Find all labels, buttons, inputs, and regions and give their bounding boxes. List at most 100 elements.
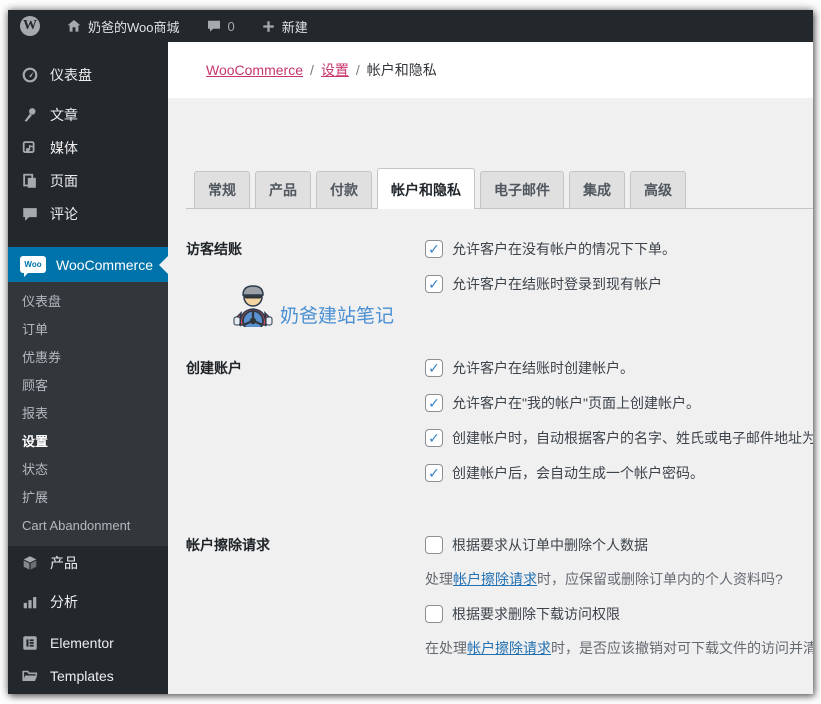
submenu-item-extensions[interactable]: 扩展	[8, 484, 168, 512]
checkmark-icon: ✓	[428, 240, 440, 257]
checkbox-row: ✓ 允许客户在结账时创建帐户。	[425, 358, 813, 378]
checkmark-icon: ✓	[428, 275, 440, 292]
breadcrumb-link-woocommerce[interactable]: WooCommerce	[206, 62, 303, 78]
tab-integration[interactable]: 集成	[569, 171, 625, 208]
description-text: 时，应保留或删除订单内的个人资料吗?	[537, 571, 783, 587]
sidebar-item-dashboard[interactable]: 仪表盘	[8, 58, 168, 91]
tab-general[interactable]: 常规	[194, 171, 250, 208]
submenu-item-coupons[interactable]: 优惠券	[8, 344, 168, 372]
sidebar-item-label: 评论	[50, 205, 78, 222]
description-text: 在处理	[425, 640, 467, 656]
breadcrumb-current: 帐户和隐私	[366, 62, 437, 78]
tab-advanced[interactable]: 高级	[630, 171, 686, 208]
checkbox-row: ✓ 创建帐户后，会自动生成一个帐户密码。	[425, 463, 813, 483]
sidebar-item-elementor[interactable]: Elementor	[8, 626, 168, 659]
checkbox-revoke-download-access[interactable]	[425, 605, 443, 623]
bar-chart-icon	[20, 592, 40, 612]
sidebar-item-label: 仪表盘	[50, 66, 92, 83]
checkbox-row: ✓ 允许客户在"我的帐户"页面上创建帐户。	[425, 393, 813, 413]
sidebar-item-media[interactable]: 媒体	[8, 131, 168, 164]
checkbox-label: 允许客户在没有帐户的情况下下单。	[452, 241, 676, 257]
checkbox-row: ✓ 允许客户在没有帐户的情况下下单。	[425, 239, 813, 259]
sidebar-item-posts[interactable]: 文章	[8, 98, 168, 131]
sidebar-item-products[interactable]: 产品	[8, 546, 168, 579]
section-account-creation: 创建账户 ✓ 允许客户在结账时创建帐户。 ✓ 允许客户在"我的帐户"页面上创建帐…	[168, 358, 813, 498]
checkbox-guest-orders[interactable]: ✓	[425, 240, 443, 258]
wc-admin-header: WooCommerce / 设置 / 帐户和隐私	[168, 42, 813, 98]
woo-bubble-icon: Woo	[20, 256, 46, 277]
tab-accounts-privacy[interactable]: 帐户和隐私	[377, 168, 475, 209]
wordpress-logo-menu[interactable]: W	[20, 16, 40, 36]
submenu-item-cart-abandonment[interactable]: Cart Abandonment	[8, 512, 168, 540]
tab-payments[interactable]: 付款	[316, 171, 372, 208]
checkbox-row: ✓ 创建帐户时，自动根据客户的名字、姓氏或电子邮件地址为	[425, 428, 813, 448]
breadcrumb-link-settings[interactable]: 设置	[321, 60, 349, 80]
checkbox-login-at-checkout[interactable]: ✓	[425, 275, 443, 293]
checkbox-auto-username[interactable]: ✓	[425, 429, 443, 447]
sidebar-item-label: 页面	[50, 172, 78, 189]
box-icon	[20, 553, 40, 573]
checkbox-remove-order-data[interactable]	[425, 536, 443, 554]
checkbox-create-on-account-page[interactable]: ✓	[425, 394, 443, 412]
pages-icon	[20, 171, 40, 191]
comments-menu[interactable]: 0	[206, 18, 235, 34]
site-name-label: 奶爸的Woo商城	[88, 19, 180, 35]
checkbox-row: 根据要求从订单中删除个人数据	[425, 535, 813, 555]
breadcrumb-separator: /	[310, 62, 314, 78]
setting-description: 在处理帐户擦除请求时，是否应该撤销对可下载文件的访问并清	[425, 638, 813, 658]
settings-page-body: 常规 产品 付款 帐户和隐私 电子邮件 集成 高级 访客结账 ✓ 允许客户在没有…	[168, 98, 813, 694]
section-label: 帐户擦除请求	[186, 537, 270, 553]
checkbox-label: 根据要求删除下载访问权限	[452, 606, 620, 622]
pin-icon	[20, 105, 40, 125]
tab-products[interactable]: 产品	[255, 171, 311, 208]
sidebar-item-comments[interactable]: 评论	[8, 197, 168, 230]
submenu-item-status[interactable]: 状态	[8, 456, 168, 484]
checkbox-label: 根据要求从订单中删除个人数据	[452, 537, 648, 553]
checkmark-icon: ✓	[428, 394, 440, 411]
tab-emails[interactable]: 电子邮件	[480, 171, 564, 208]
submenu-item-orders[interactable]: 订单	[8, 316, 168, 344]
elementor-icon	[20, 633, 40, 653]
wp-admin-bar: W 奶爸的Woo商城 0 新建	[8, 10, 813, 42]
new-content-label: 新建	[281, 19, 308, 35]
new-content-menu[interactable]: 新建	[261, 17, 308, 36]
submenu-item-customers[interactable]: 顾客	[8, 372, 168, 400]
erasure-request-link[interactable]: 帐户擦除请求	[453, 571, 537, 587]
checkbox-auto-password[interactable]: ✓	[425, 464, 443, 482]
breadcrumb-separator: /	[355, 62, 360, 78]
comments-count: 0	[227, 18, 235, 34]
accounts-privacy-form: 访客结账 ✓ 允许客户在没有帐户的情况下下单。 ✓ 允许客户在结账时登录到现有帐…	[168, 209, 813, 694]
submenu-item-settings[interactable]: 设置	[8, 428, 168, 456]
section-label: 创建账户	[186, 360, 242, 376]
description-text: 时，是否应该撤销对可下载文件的访问并清	[551, 640, 813, 656]
home-icon	[66, 18, 82, 34]
setting-description: 处理帐户擦除请求时，应保留或删除订单内的个人资料吗?	[425, 569, 813, 589]
checkmark-icon: ✓	[428, 429, 440, 446]
sidebar-item-label: 媒体	[50, 139, 78, 156]
gauge-icon	[20, 65, 40, 85]
sidebar-item-label: 分析	[50, 593, 78, 610]
sidebar-item-label: 文章	[50, 106, 78, 123]
sidebar-item-analytics[interactable]: 分析	[8, 585, 168, 618]
screenshot-frame: W 奶爸的Woo商城 0 新建 仪表盘 文章 媒体 页面 评论 Woo WooC…	[0, 0, 821, 704]
checkmark-icon: ✓	[428, 359, 440, 376]
sidebar-item-label: Templates	[50, 667, 114, 684]
sidebar-item-templates[interactable]: Templates	[8, 659, 168, 692]
submenu-item-reports[interactable]: 报表	[8, 400, 168, 428]
checkbox-label: 允许客户在结账时创建帐户。	[452, 360, 634, 376]
checkbox-label: 创建帐户后，会自动生成一个帐户密码。	[452, 465, 704, 481]
submenu-item-dashboard[interactable]: 仪表盘	[8, 288, 168, 316]
sidebar-item-woocommerce[interactable]: Woo WooCommerce	[8, 247, 168, 282]
settings-tab-bar: 常规 产品 付款 帐户和隐私 电子邮件 集成 高级	[186, 168, 813, 209]
checkbox-create-at-checkout[interactable]: ✓	[425, 359, 443, 377]
checkbox-row: 根据要求删除下载访问权限	[425, 604, 813, 624]
checkbox-row: ✓ 允许客户在结账时登录到现有帐户	[425, 274, 813, 294]
woocommerce-submenu: 仪表盘 订单 优惠券 顾客 报表 设置 状态 扩展 Cart Abandonme…	[8, 282, 168, 546]
site-name-link[interactable]: 奶爸的Woo商城	[66, 17, 180, 36]
erasure-request-link[interactable]: 帐户擦除请求	[467, 640, 551, 656]
wordpress-logo-icon: W	[20, 16, 40, 36]
checkbox-label: 创建帐户时，自动根据客户的名字、姓氏或电子邮件地址为	[452, 430, 813, 446]
sidebar-item-pages[interactable]: 页面	[8, 164, 168, 197]
comment-bubble-icon	[206, 18, 222, 34]
media-icon	[20, 138, 40, 158]
